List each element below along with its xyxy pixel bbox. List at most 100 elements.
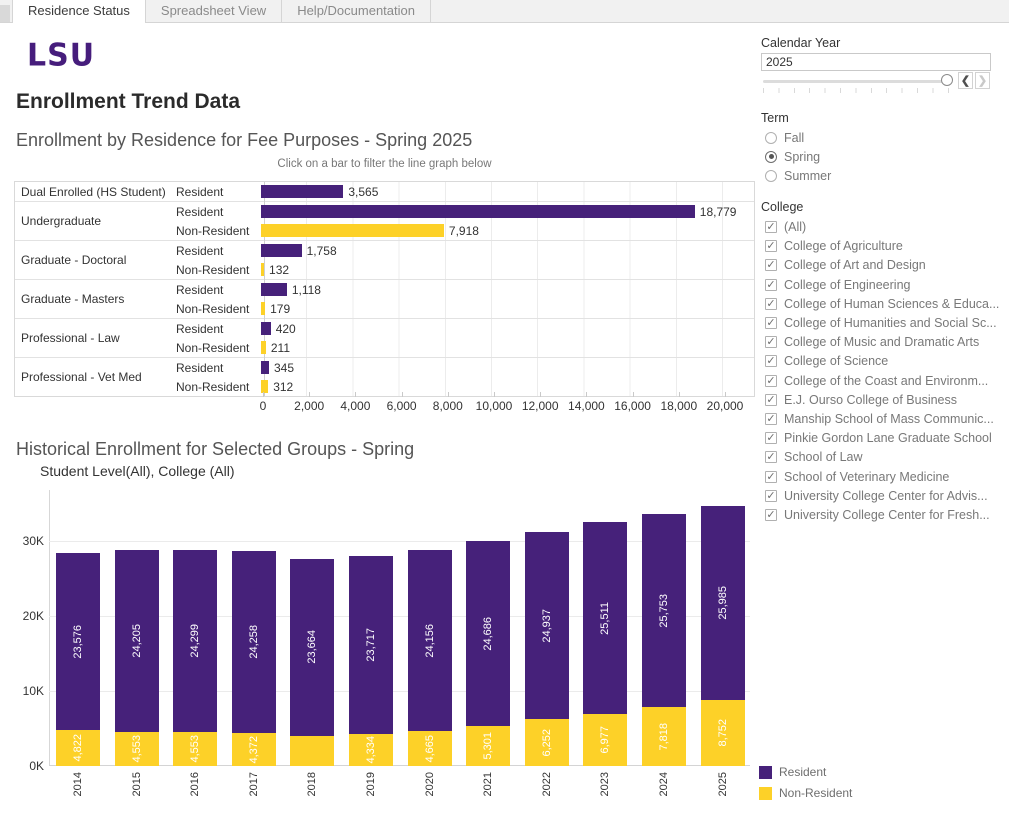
college-option-label: College of the Coast and Environm... [784,374,988,388]
bar-segment-non-resident-2025[interactable]: 8,752 [701,700,745,766]
calendar-year-input[interactable] [761,53,991,71]
x-axis-tick [633,392,634,397]
college-option-manship-school-of-mass-communic[interactable]: ✓Manship School of Mass Communic... [765,410,994,429]
bar-segment-non-resident-2016[interactable]: 4,553 [173,732,217,766]
term-option-spring[interactable]: Spring [765,147,820,166]
checkbox-icon[interactable]: ✓ [765,432,777,444]
college-option-college-of-art-and-design[interactable]: ✓College of Art and Design [765,256,926,275]
term-option-summer[interactable]: Summer [765,166,831,185]
bar-segment-resident-2022[interactable]: 24,937 [525,532,569,719]
bar-value-label: 420 [276,322,296,336]
bar-segment-resident-2015[interactable]: 24,205 [115,550,159,732]
bar-segment-non-resident-2020[interactable]: 4,665 [408,731,452,766]
checkbox-icon[interactable]: ✓ [765,394,777,406]
checkbox-icon[interactable]: ✓ [765,471,777,483]
college-option-college-of-agriculture[interactable]: ✓College of Agriculture [765,237,903,256]
college-option-pinkie-gordon-lane-graduate-school[interactable]: ✓Pinkie Gordon Lane Graduate School [765,429,992,448]
checkbox-icon[interactable]: ✓ [765,259,777,271]
college-option-label: College of Humanities and Social Sc... [784,316,997,330]
bar-segment-resident-2020[interactable]: 24,156 [408,550,452,731]
term-option-fall[interactable]: Fall [765,128,804,147]
college-option-university-college-center-for-fresh[interactable]: ✓University College Center for Fresh... [765,506,990,525]
bar-segment-resident-2025[interactable]: 25,985 [701,506,745,701]
bar-track: 345 [261,358,754,377]
bar-segment-resident-2017[interactable]: 24,258 [232,551,276,733]
bar-segment-non-resident-2019[interactable]: 4,334 [349,734,393,767]
bar-graduate-masters-non-resident[interactable] [261,302,265,315]
bar-segment-resident-2023[interactable]: 25,511 [583,522,627,713]
college-option-university-college-center-for-advis[interactable]: ✓University College Center for Advis... [765,486,988,505]
checkbox-icon[interactable]: ✓ [765,279,777,291]
checkbox-icon[interactable]: ✓ [765,221,777,233]
bar-undergraduate-resident[interactable] [261,205,695,218]
bar-segment-non-resident-2017[interactable]: 4,372 [232,733,276,766]
bar-professional-vet-med-resident[interactable] [261,361,269,374]
x-axis-tick [540,392,541,397]
bar-professional-law-non-resident[interactable] [261,341,266,354]
college-option-e-j-ourso-college-of-business[interactable]: ✓E.J. Ourso College of Business [765,390,957,409]
x-axis-tick [494,392,495,397]
checkbox-icon[interactable]: ✓ [765,375,777,387]
slider-handle[interactable] [941,74,953,86]
college-option-all[interactable]: ✓(All) [765,218,806,237]
bar-segment-resident-2016[interactable]: 24,299 [173,550,217,732]
bar-segment-non-resident-2015[interactable]: 4,553 [115,732,159,766]
bar-segment-non-resident-2014[interactable]: 4,822 [56,730,100,766]
bar-segment-non-resident-2018[interactable] [290,736,334,766]
legend-item-resident[interactable]: Resident [759,765,852,779]
college-option-college-of-engineering[interactable]: ✓College of Engineering [765,275,910,294]
radio-icon[interactable] [765,132,777,144]
tab-help-documentation[interactable]: Help/Documentation [282,0,431,22]
checkbox-icon[interactable]: ✓ [765,336,777,348]
x-axis-tick [586,392,587,397]
bar-segment-resident-2021[interactable]: 24,686 [466,541,510,726]
legend-item-non-resident[interactable]: Non-Resident [759,786,852,800]
radio-icon[interactable] [765,151,777,163]
tab-spreadsheet-view[interactable]: Spreadsheet View [146,0,282,22]
bar-segment-non-resident-2021[interactable]: 5,301 [466,726,510,766]
segment-value-label: 4,665 [424,735,436,763]
checkbox-icon[interactable]: ✓ [765,355,777,367]
college-option-school-of-law[interactable]: ✓School of Law [765,448,863,467]
checkbox-icon[interactable]: ✓ [765,413,777,425]
segment-value-label: 24,258 [248,625,260,659]
bar-segment-resident-2014[interactable]: 23,576 [56,553,100,730]
checkbox-icon[interactable]: ✓ [765,240,777,252]
bar-segment-non-resident-2024[interactable]: 7,818 [642,707,686,766]
college-option-college-of-the-coast-and-environm[interactable]: ✓ College of the Coast and Environm... [765,371,988,390]
legend-label: Resident [779,765,826,779]
bar-segment-non-resident-2023[interactable]: 6,977 [583,714,627,766]
college-option-college-of-human-sciences-educa[interactable]: ✓College of Human Sciences & Educa... [765,294,999,313]
chart-row-group: Graduate - DoctoralResident1,758Non-Resi… [15,240,754,279]
slider-next-button[interactable]: ❯ [975,72,990,89]
segment-value-label: 23,576 [72,625,84,659]
checkbox-icon[interactable]: ✓ [765,317,777,329]
bar-segment-resident-2018[interactable]: 23,664 [290,559,334,736]
slider-track[interactable] [763,80,948,83]
slider-prev-button[interactable]: ❮ [958,72,973,89]
bar-value-label: 1,118 [292,283,321,297]
bar-graduate-masters-resident[interactable] [261,283,287,296]
checkbox-icon[interactable]: ✓ [765,490,777,502]
segment-value-label: 24,299 [189,624,201,658]
bar-graduate-doctoral-non-resident[interactable] [261,263,264,276]
x-axis-year-label: 2015 [115,772,159,796]
bar-graduate-doctoral-resident[interactable] [261,244,302,257]
bar-segment-resident-2024[interactable]: 25,753 [642,514,686,707]
bar-segment-resident-2019[interactable]: 23,717 [349,556,393,734]
bar-value-label: 18,779 [700,205,737,219]
college-option-college-of-humanities-and-social-sc[interactable]: ✓ College of Humanities and Social Sc... [765,314,997,333]
historical-chart-title: Historical Enrollment for Selected Group… [16,439,414,460]
tab-residence-status[interactable]: Residence Status [12,0,146,23]
college-option-college-of-science[interactable]: ✓College of Science [765,352,888,371]
college-option-college-of-music-and-dramatic-arts[interactable]: ✓College of Music and Dramatic Arts [765,333,979,352]
checkbox-icon[interactable]: ✓ [765,509,777,521]
checkbox-icon[interactable]: ✓ [765,298,777,310]
bar-segment-non-resident-2022[interactable]: 6,252 [525,719,569,766]
college-option-school-of-veterinary-medicine[interactable]: ✓School of Veterinary Medicine [765,467,949,486]
radio-icon[interactable] [765,170,777,182]
bar-undergraduate-non-resident[interactable] [261,224,444,237]
checkbox-icon[interactable]: ✓ [765,451,777,463]
bar-professional-law-resident[interactable] [261,322,271,335]
bar-dual-enrolled-hs-student-resident[interactable] [261,185,343,198]
